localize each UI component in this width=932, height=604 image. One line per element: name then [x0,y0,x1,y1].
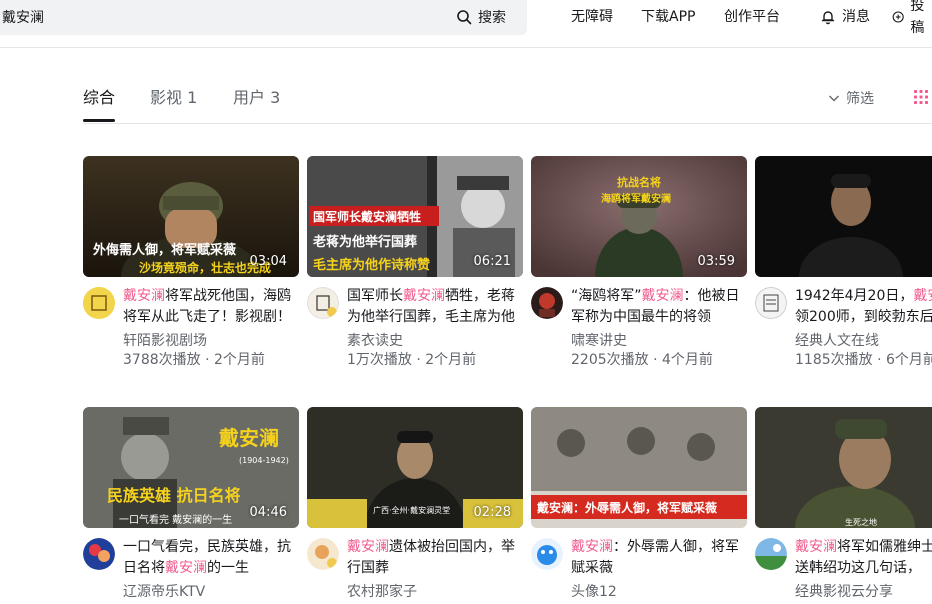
avatar[interactable] [755,287,787,319]
thumb-caption: (1904-1942) [239,456,289,465]
thumb-caption: 国军师长戴安澜牺牲 [313,209,421,224]
chevron-down-icon [829,95,839,102]
video-stats: 1万次播放 · 2个月前 [347,352,477,368]
video-card[interactable]: 1942年4月20日，戴安澜率领200师，到皎勃东后 经典人文在线 1185次播… [755,156,932,368]
video-thumbnail[interactable]: 戴安澜：外辱需人御，将军赋采薇 [531,407,747,528]
video-title[interactable]: 国军师长戴安澜牺牲，老蒋为他举行国葬，毛主席为他作诗称赞 [347,286,523,328]
tabs-divider [83,123,932,124]
nav-upload[interactable]: 投稿 [892,0,932,36]
search-input[interactable] [2,6,442,28]
video-card[interactable]: 抗战名将 海鸥将军戴安澜 03:59 “海鸥将军”戴安澜：他被日军称为中国最牛的… [531,156,747,368]
avatar[interactable] [307,538,339,570]
search-button[interactable]: 搜索 [456,4,506,30]
nav-messages-label: 消息 [842,9,870,25]
video-author[interactable]: 轩陌影视剧场 [123,330,207,350]
video-title[interactable]: 戴安澜将军如儒雅绅士，赠送韩绍功这几句话， [795,537,932,579]
video-duration: 06:21 [473,254,511,269]
video-thumbnail[interactable]: 外侮需人御，将军赋采薇 沙场竟殒命，壮志也完成 03:04 [83,156,299,277]
video-duration: 03:59 [697,254,735,269]
avatar[interactable] [307,287,339,319]
video-author[interactable]: 经典影视云分享 [795,581,893,601]
video-card[interactable]: 生死之地 戴安澜将军如儒雅绅士，赠送韩绍功这几句话， 经典影视云分享 [755,407,932,600]
thumb-caption: 民族英雄 抗日名将 [107,486,241,505]
nav-messages[interactable]: 消息 [820,6,870,28]
video-duration: 04:46 [249,505,287,520]
video-stats: 1185次播放 · 6个月前 [795,352,932,368]
video-author[interactable]: 头像12 [571,581,617,601]
filter-button[interactable]: 筛选 [828,87,874,109]
thumb-caption: 老蒋为他举行国葬 [312,234,417,250]
video-thumbnail[interactable] [755,156,932,277]
filter-label: 筛选 [846,91,874,107]
video-title[interactable]: 戴安澜：外辱需人御，将军赋采薇 [571,537,747,579]
thumb-caption: 戴安澜：外辱需人御，将军赋采薇 [537,500,717,515]
video-card[interactable]: 戴安澜：外辱需人御，将军赋采薇 戴安澜：外辱需人御，将军赋采薇 头像12 [531,407,747,600]
video-author[interactable]: 素衣读史 [347,330,403,350]
tab-all[interactable]: 综合 [83,87,115,109]
video-thumbnail[interactable]: 广西·全州·戴安澜灵堂 02:28 [307,407,523,528]
video-card[interactable]: 外侮需人御，将军赋采薇 沙场竟殒命，壮志也完成 03:04 戴安澜将军战死他国，… [83,156,299,368]
video-card[interactable]: 戴安澜 (1904-1942) 民族英雄 抗日名将 一口气看完 戴安澜的一生 0… [83,407,299,600]
avatar[interactable] [531,287,563,319]
video-title[interactable]: 戴安澜遗体被抬回国内，举行国葬 [347,537,523,579]
nav-creator-label: 创作平台 [724,9,780,25]
video-author[interactable]: 经典人文在线 [795,330,879,350]
thumb-caption: 海鸥将军戴安澜 [601,192,671,205]
video-title[interactable]: “海鸥将军”戴安澜：他被日军称为中国最牛的将领 [571,286,747,328]
search-button-label: 搜索 [478,10,506,26]
video-stats: 3788次播放 · 2个月前 [123,352,265,368]
thumb-caption: 生死之地 [845,517,877,527]
thumb-caption: 外侮需人御，将军赋采薇 [92,242,236,258]
header-divider [0,47,932,48]
video-duration: 02:28 [473,505,511,520]
nav-creator-platform[interactable]: 创作平台 [724,6,780,28]
tab-film[interactable]: 影视 1 [150,87,197,109]
grid-view-icon[interactable] [913,89,929,105]
top-bar: 搜索 无障碍 下载APP 创作平台 消息 投稿 [0,0,932,46]
avatar[interactable] [531,538,563,570]
video-card[interactable]: 国军师长戴安澜牺牲 老蒋为他举行国葬 毛主席为他作诗称赞 06:21 国军师长戴… [307,156,523,368]
video-title[interactable]: 一口气看完，民族英雄，抗日名将戴安澜的一生 [123,537,299,579]
nav-upload-label: 投稿 [910,0,925,36]
video-author[interactable]: 啸寒讲史 [571,330,627,350]
tab-users[interactable]: 用户 3 [233,87,280,109]
video-thumbnail[interactable]: 戴安澜 (1904-1942) 民族英雄 抗日名将 一口气看完 戴安澜的一生 0… [83,407,299,528]
search-box: 搜索 [0,0,527,35]
video-author[interactable]: 农村那家子 [347,581,417,601]
thumb-caption: 抗战名将 [617,175,661,189]
video-author[interactable]: 辽源帝乐KTV [123,581,205,601]
video-thumbnail[interactable]: 国军师长戴安澜牺牲 老蒋为他举行国葬 毛主席为他作诗称赞 06:21 [307,156,523,277]
bell-icon [821,11,835,25]
search-icon [457,10,472,25]
nav-accessibility[interactable]: 无障碍 [571,6,613,28]
video-stats: 2205次播放 · 4个月前 [571,352,713,368]
video-title[interactable]: 戴安澜将军战死他国，海鸥将军从此飞走了！影视剧！ [123,286,299,328]
nav-download-label: 下载APP [641,9,696,25]
thumb-caption: 一口气看完 戴安澜的一生 [119,513,232,526]
video-thumbnail[interactable]: 抗战名将 海鸥将军戴安澜 03:59 [531,156,747,277]
video-title[interactable]: 1942年4月20日，戴安澜率领200师，到皎勃东后 [795,286,932,328]
video-thumbnail[interactable]: 生死之地 [755,407,932,528]
avatar[interactable] [755,538,787,570]
thumb-caption: 广西·全州·戴安澜灵堂 [373,505,450,515]
video-duration: 03:04 [249,254,287,269]
nav-download-app[interactable]: 下载APP [641,6,695,28]
upload-plus-icon [892,11,904,23]
nav-accessibility-label: 无障碍 [571,9,613,25]
thumb-caption: 戴安澜 [219,426,279,450]
active-tab-indicator [83,119,115,122]
thumb-caption: 毛主席为他作诗称赞 [313,257,430,273]
avatar[interactable] [83,287,115,319]
video-card[interactable]: 广西·全州·戴安澜灵堂 02:28 戴安澜遗体被抬回国内，举行国葬 农村那家子 [307,407,523,600]
avatar[interactable] [83,538,115,570]
